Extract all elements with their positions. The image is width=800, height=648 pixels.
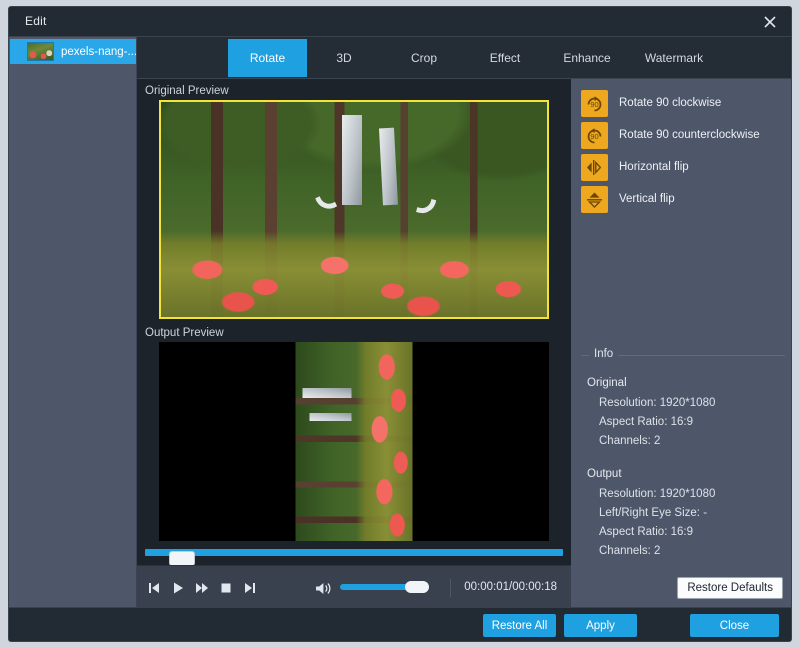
skip-next-icon[interactable] (241, 579, 259, 597)
preview-arc-b (391, 161, 445, 219)
tab-effect[interactable]: Effect (471, 39, 539, 77)
restore-defaults-button[interactable]: Restore Defaults (677, 577, 783, 599)
info-original-resolution: Resolution: 1920*1080 (581, 394, 785, 413)
sidebar-item-file[interactable]: pexels-nang-... (10, 39, 136, 64)
file-sidebar: pexels-nang-... (9, 37, 137, 642)
rotate-option-rotate-cw[interactable]: 90 Rotate 90 clockwise (571, 87, 792, 119)
output-post-b (310, 413, 352, 421)
svg-text:90: 90 (590, 100, 598, 109)
apply-button[interactable]: Apply (564, 614, 637, 637)
editor-area: Original Preview Output Preview (137, 79, 571, 609)
video-thumbnail-icon (27, 42, 54, 61)
timeline-slider[interactable] (145, 549, 563, 556)
volume-handle[interactable] (405, 581, 429, 593)
rotate-clockwise-icon: 90 (581, 90, 608, 117)
close-icon[interactable] (757, 10, 783, 34)
output-preview-image (296, 342, 413, 550)
rotate-counterclockwise-icon: 90 (581, 122, 608, 149)
info-block: Info Original Resolution: 1920*1080 Aspe… (581, 349, 785, 561)
rotate-option-flip-h[interactable]: Horizontal flip (571, 151, 792, 183)
info-output-resolution: Resolution: 1920*1080 (581, 485, 785, 504)
rotate-option-label: Rotate 90 clockwise (619, 97, 721, 109)
timeline-handle[interactable] (169, 551, 195, 566)
rotate-option-flip-v[interactable]: Vertical flip (571, 183, 792, 215)
options-panel: 90 Rotate 90 clockwise 90 Rotate 90 counter… (571, 79, 792, 609)
info-original-aspect-ratio: Aspect Ratio: 16:9 (581, 413, 785, 432)
transport-divider (450, 579, 451, 597)
info-output-heading: Output (581, 468, 785, 480)
tab-crop[interactable]: Crop (392, 39, 456, 77)
play-icon[interactable] (169, 579, 187, 597)
rotate-options-list: 90 Rotate 90 clockwise 90 Rotate 90 counter… (571, 87, 792, 215)
restore-all-button[interactable]: Restore All (483, 614, 556, 637)
tab-3d[interactable]: 3D (312, 39, 376, 77)
volume-slider[interactable] (340, 584, 429, 590)
tab-watermark[interactable]: Watermark (631, 39, 717, 77)
footer-bar: Restore All Apply Close (9, 607, 791, 641)
vertical-flip-icon (581, 186, 608, 213)
info-legend-label: Info (589, 348, 618, 360)
fast-forward-icon[interactable] (193, 579, 211, 597)
timeline-area (137, 541, 571, 565)
transport-bar: 00:00:01/00:00:18 (137, 565, 571, 609)
original-preview (159, 100, 549, 319)
info-group-output: Output Resolution: 1920*1080 Left/Right … (581, 468, 785, 561)
info-original-channels: Channels: 2 (581, 432, 785, 451)
window-title: Edit (25, 14, 46, 28)
preview-post-b (379, 127, 398, 205)
volume-icon[interactable] (315, 579, 335, 597)
output-preview-label: Output Preview (137, 327, 224, 339)
rotate-option-rotate-ccw[interactable]: 90 Rotate 90 counterclockwise (571, 119, 792, 151)
title-bar: Edit (9, 7, 791, 37)
stop-icon[interactable] (217, 579, 235, 597)
skip-previous-icon[interactable] (145, 579, 163, 597)
info-output-aspect-ratio: Aspect Ratio: 16:9 (581, 523, 785, 542)
output-preview (159, 342, 549, 550)
rotate-option-label: Rotate 90 counterclockwise (619, 129, 760, 141)
rotate-option-label: Vertical flip (619, 193, 675, 205)
horizontal-flip-icon (581, 154, 608, 181)
output-post-a (303, 388, 352, 398)
tab-bar: Rotate3D Crop Effect EnhanceWatermark (137, 37, 792, 79)
info-output-eye-size: Left/Right Eye Size: - (581, 504, 785, 523)
tab-rotate[interactable]: Rotate (228, 39, 307, 77)
info-output-channels: Channels: 2 (581, 542, 785, 561)
info-original-heading: Original (581, 377, 785, 389)
edit-dialog: Edit pexels-nang-... Rotate3D Crop Effect E… (8, 6, 792, 642)
close-button[interactable]: Close (690, 614, 779, 637)
tab-enhance[interactable]: Enhance (550, 39, 624, 77)
info-group-original: Original Resolution: 1920*1080 Aspect Ra… (581, 377, 785, 451)
rotate-option-label: Horizontal flip (619, 161, 689, 173)
info-legend: Info (581, 355, 785, 367)
timecode-label: 00:00:01/00:00:18 (464, 581, 557, 593)
file-name-label: pexels-nang-... (61, 46, 136, 58)
original-preview-image (161, 102, 547, 317)
svg-text:90: 90 (590, 132, 598, 141)
original-preview-label: Original Preview (137, 85, 229, 97)
